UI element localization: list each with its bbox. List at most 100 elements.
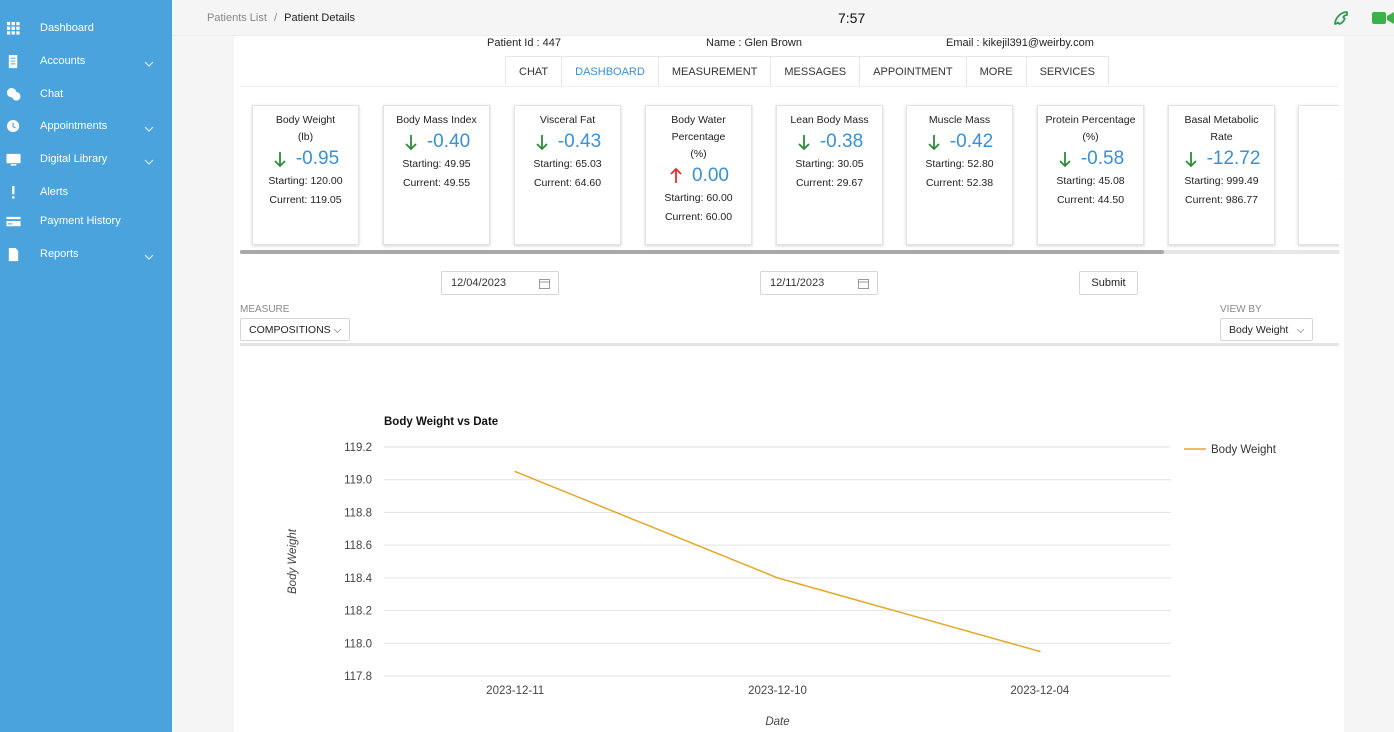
chart-x-tick-label: 2023-12-11 [486, 685, 544, 697]
tab-appointment[interactable]: APPOINTMENT [860, 57, 967, 86]
submit-button[interactable]: Submit [1079, 271, 1138, 295]
start-date-value: 12/04/2023 [451, 277, 507, 289]
sidebar-item-dashboard[interactable]: Dashboard [0, 13, 172, 43]
start-date-input[interactable]: 12/04/2023 [441, 271, 559, 295]
metric-card-current: Current: 49.55 [402, 177, 471, 189]
tab-dashboard[interactable]: DASHBOARD [562, 57, 659, 86]
sidebar-item-alerts[interactable]: Alerts [0, 177, 172, 207]
metric-card: Muscle Mass -0.42 Starting: 52.80 Current: … [906, 105, 1013, 245]
tab-chat[interactable]: CHAT [506, 57, 563, 86]
clock-icon [5, 118, 21, 134]
metric-card: Body Water Percentage (%) 0.00 Starting: 60.… [645, 105, 752, 245]
metric-card-starting: Starting: 30.05 [795, 158, 864, 170]
clock: 7:57 [838, 10, 866, 26]
chart-data-point [1039, 650, 1041, 653]
metric-cards: Body Weight (lb) -0.95 Starting: 120.00 Curr… [240, 86, 1339, 256]
chart-y-tick-label: 117.8 [344, 671, 372, 683]
section-divider [240, 343, 1339, 346]
metric-card-title: Visceral Fat [539, 114, 596, 126]
chevron-down-icon [144, 154, 154, 165]
video-camera-icon[interactable] [1372, 11, 1394, 25]
breadcrumb-patient-details: Patient Details [284, 12, 356, 24]
sidebar-item-chat[interactable]: Chat [0, 79, 172, 109]
cards-scroll-thumb[interactable] [240, 250, 1164, 254]
metric-card-starting: Starting: 120.00 [268, 175, 343, 187]
chart-y-tick-label: 119.2 [344, 442, 372, 454]
sidebar-item-payment-history[interactable]: Payment History [0, 206, 172, 236]
document-icon [5, 53, 21, 69]
tab-services[interactable]: SERVICES [1026, 57, 1109, 86]
body-weight-chart: Body Weight vs Date 119.2 119.0 118.8 118.6 1… [287, 416, 1277, 728]
chart-title: Body Weight vs Date [384, 416, 498, 428]
sidebar-item-label: Appointments [40, 120, 108, 132]
file-icon [5, 246, 21, 262]
metric-card-starting: Starti [1299, 151, 1339, 170]
sidebar-item-label: Alerts [40, 186, 69, 198]
patient-email: Email : kikejil391@weirby.com [946, 37, 1094, 49]
metric-card-title: Lean Body Mass [790, 114, 869, 126]
metric-card: Body Weight (lb) -0.95 Starting: 120.00 Curr… [252, 105, 359, 245]
metric-card-title: Rate [1210, 131, 1233, 143]
sidebar-item-digital-library[interactable]: Digital Library [0, 144, 172, 174]
sidebar-item-label: Chat [40, 88, 64, 100]
metric-card: Bo StartiCurre [1298, 105, 1339, 245]
view-by-select[interactable]: Body Weight [1220, 318, 1313, 341]
card-icon [5, 213, 21, 229]
tab-messages[interactable]: MESSAGES [771, 57, 861, 86]
chart-x-tick-label: 2023-12-10 [748, 685, 807, 697]
metric-card-delta: -0.42 [949, 131, 994, 152]
sidebar-item-label: Digital Library [40, 153, 108, 165]
top-bar: Patients List / Patient Details 7:57 [172, 0, 1394, 36]
tab-more[interactable]: MORE [966, 57, 1027, 86]
arrow-up-icon [670, 167, 682, 183]
metric-card-delta: -0.40 [426, 131, 471, 152]
tab-measurement[interactable]: MEASUREMENT [658, 57, 772, 86]
sidebar-item-reports[interactable]: Reports [0, 239, 172, 269]
chart-y-tick-label: 118.4 [344, 573, 373, 585]
patient-id: Patient Id : 447 [487, 37, 561, 49]
chart-x-tick-label: 2023-12-04 [1010, 685, 1069, 697]
measure-select-value: COMPOSITIONS [249, 323, 331, 336]
calendar-icon[interactable] [858, 278, 869, 289]
metric-card-title: Basal Metabolic [1184, 114, 1259, 126]
chart-legend-label: Body Weight [1211, 444, 1277, 456]
arrow-down-icon [798, 135, 810, 151]
sidebar-item-appointments[interactable]: Appointments [0, 111, 172, 141]
view-by-select-value: Body Weight [1229, 323, 1289, 336]
left-gutter [172, 36, 234, 732]
breadcrumb: Patients List / Patient Details [207, 12, 355, 24]
metric-card-starting: Starting: 60.00 [664, 192, 733, 204]
arrow-down-icon [1184, 152, 1197, 168]
metric-card-delta: -12.72 [1206, 148, 1261, 169]
metric-card-current: Current: 119.05 [269, 194, 342, 206]
metric-card: Lean Body Mass -0.38 Starting: 30.05 Curren… [776, 105, 883, 245]
metric-card-title: (%) [690, 148, 707, 160]
metric-card: Visceral Fat -0.43 Starting: 65.03 Current:… [514, 105, 621, 245]
cards-scrollbar[interactable] [240, 250, 1339, 254]
metric-card-current: Current: 29.67 [795, 177, 864, 189]
sidebar-item-label: Dashboard [40, 22, 94, 34]
grid-icon [5, 20, 21, 36]
chevron-down-icon [1296, 328, 1305, 334]
arrow-down-icon [405, 135, 417, 151]
measure-select[interactable]: COMPOSITIONS [240, 318, 350, 341]
metric-card-title: (lb) [297, 131, 314, 143]
chart-y-tick-label: 118.6 [344, 540, 372, 552]
metric-card-title: Bo [1303, 112, 1339, 129]
metric-card-title: (%) [1082, 131, 1099, 143]
sidebar-item-accounts[interactable]: Accounts [0, 46, 172, 76]
phone-icon[interactable] [1332, 9, 1350, 27]
sidebar-item-label: Payment History [40, 215, 121, 227]
chart-y-tick-label: 118.0 [344, 638, 372, 650]
chart-series-line [514, 470, 1041, 653]
chart-data-point [514, 470, 516, 473]
metric-card: Body Mass Index -0.40 Starting: 49.95 Curre… [383, 105, 490, 245]
metric-card-current: Curre [1299, 170, 1339, 189]
end-date-input[interactable]: 12/11/2023 [760, 271, 878, 295]
breadcrumb-patients-list[interactable]: Patients List [207, 12, 267, 24]
metric-card-delta: -0.95 [295, 148, 340, 169]
calendar-icon[interactable] [539, 278, 550, 289]
chart-x-axis-label: Date [765, 716, 789, 728]
metric-card-delta: -0.58 [1080, 148, 1125, 169]
arrow-down-icon [1059, 152, 1071, 168]
